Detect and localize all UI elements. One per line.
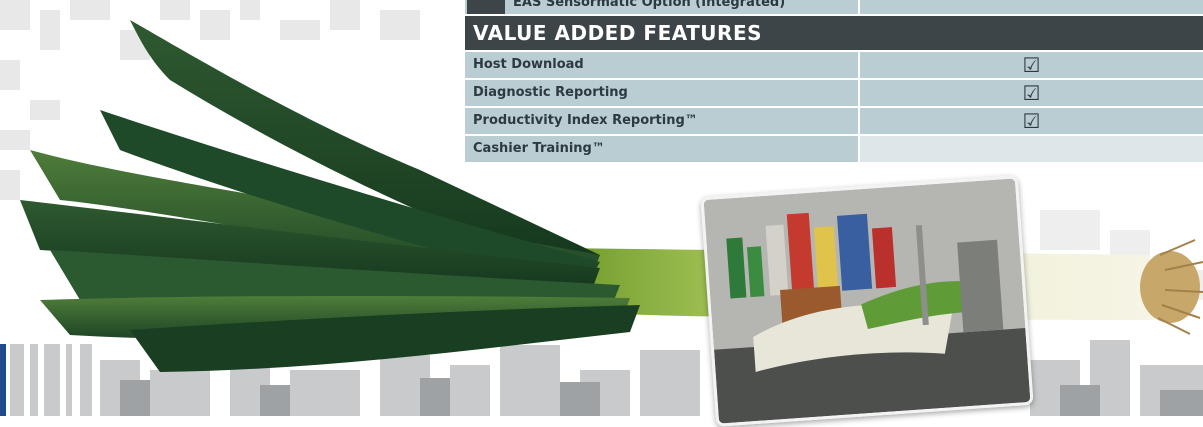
feature-label: Cashier Training™ bbox=[465, 136, 858, 162]
checkbox-icon: ☑ bbox=[860, 80, 1203, 106]
feature-label: Productivity Index Reporting™ bbox=[465, 108, 858, 134]
feature-label: Diagnostic Reporting bbox=[465, 80, 858, 106]
table-row: Cashier Training™ bbox=[465, 136, 1203, 162]
row-stub bbox=[467, 0, 505, 14]
checkbox-icon bbox=[860, 136, 1203, 162]
blue-accent-bar bbox=[0, 344, 6, 416]
table-row-eas: EAS Sensormatic Option (Integrated) bbox=[465, 0, 1203, 14]
feature-label: Host Download bbox=[465, 52, 858, 78]
checkbox-icon: ☑ bbox=[860, 52, 1203, 78]
checkbox-icon: ☑ bbox=[860, 108, 1203, 134]
checkout-scene-illustration bbox=[703, 178, 1031, 424]
table-row: Host Download ☑ bbox=[465, 52, 1203, 78]
table-row-label: EAS Sensormatic Option (Integrated) bbox=[465, 0, 858, 14]
feature-table: EAS Sensormatic Option (Integrated) VALU… bbox=[465, 0, 1203, 164]
table-row-value bbox=[860, 0, 1203, 14]
eas-label: EAS Sensormatic Option (Integrated) bbox=[513, 0, 786, 10]
checkout-photo bbox=[700, 175, 1034, 427]
table-row: Productivity Index Reporting™ ☑ bbox=[465, 108, 1203, 134]
table-row: Diagnostic Reporting ☑ bbox=[465, 80, 1203, 106]
section-header: VALUE ADDED FEATURES bbox=[465, 16, 1203, 50]
